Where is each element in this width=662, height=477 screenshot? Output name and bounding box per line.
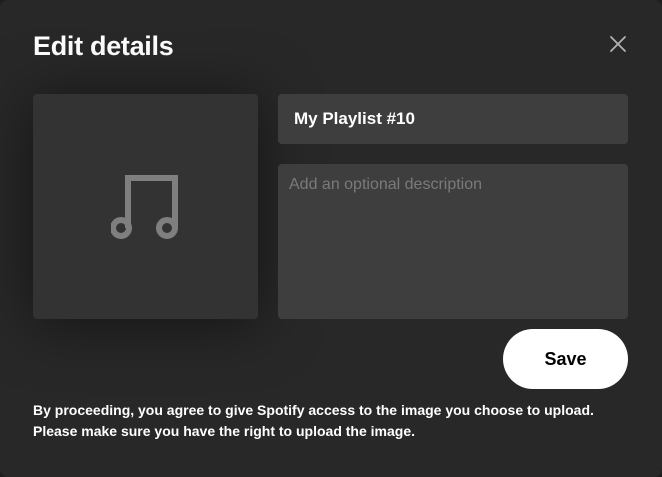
upload-disclaimer: By proceeding, you agree to give Spotify… <box>33 400 633 442</box>
playlist-image-picker[interactable] <box>33 94 258 319</box>
music-note-icon <box>110 174 178 239</box>
edit-details-dialog: Edit details Save By proceeding, you agr… <box>0 0 662 477</box>
playlist-description-input[interactable] <box>278 164 628 319</box>
dialog-title: Edit details <box>33 31 174 61</box>
playlist-name-input[interactable] <box>278 94 628 144</box>
save-button[interactable]: Save <box>503 329 628 389</box>
disclaimer-line-2: Please make sure you have the right to u… <box>33 423 415 439</box>
close-button[interactable] <box>602 28 634 60</box>
close-icon <box>610 36 626 52</box>
disclaimer-line-1: By proceeding, you agree to give Spotify… <box>33 402 594 418</box>
